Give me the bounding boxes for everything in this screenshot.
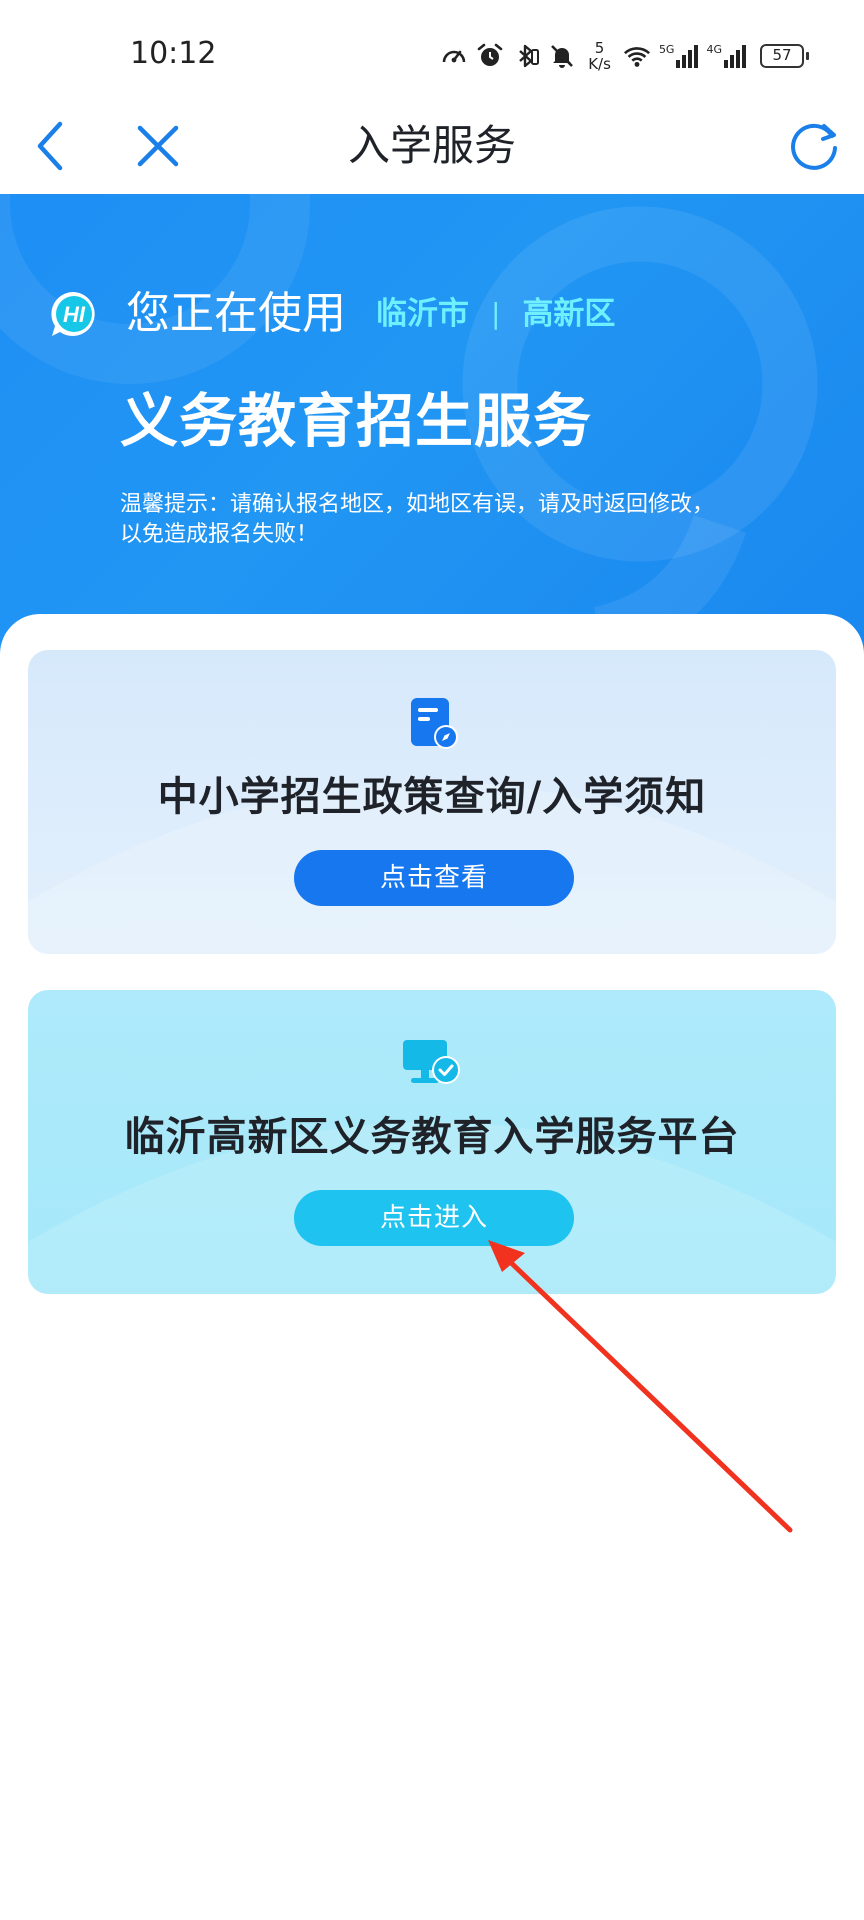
nav-bar: 入学服务 [0, 98, 864, 194]
network-type-5g: 5G [658, 43, 675, 56]
network-type-4g: 4G [706, 43, 722, 56]
region-separator: | [491, 297, 501, 330]
card-title: 临沂高新区义务教育入学服务平台 [124, 1114, 740, 1160]
enter-button[interactable]: 点击进入 [294, 1190, 574, 1246]
speed-value: 5 [594, 39, 605, 57]
speed-unit: K/s [588, 55, 611, 73]
bluetooth-icon [512, 41, 540, 71]
refresh-icon [791, 123, 837, 170]
page-title: 入学服务 [347, 121, 516, 170]
signal-5g: 5G [659, 44, 699, 68]
signal-4g: 4G [706, 44, 746, 68]
monitor-check-icon [403, 1040, 460, 1084]
battery-indicator: 57 [760, 44, 809, 68]
hero-tip: 温馨提示：请确认报名地区，如地区有误，请及时返回修改，以免造成报名失败！ [120, 492, 715, 547]
hi-logo-text: HI [63, 302, 86, 327]
alarm-icon [476, 41, 504, 71]
region-badge: HI 您正在使用 临沂市 | 高新区 [48, 286, 615, 342]
signal-icon [676, 44, 699, 68]
hi-logo-icon: HI [51, 291, 95, 336]
status-time: 10:12 [130, 36, 217, 71]
card-icon-wrap [28, 1030, 836, 1096]
using-label: 您正在使用 [126, 288, 346, 339]
card-icon-wrap [28, 690, 836, 756]
hero-title: 义务教育招生服务 [120, 387, 593, 455]
policy-card[interactable]: 中小学招生政策查询/入学须知 点击查看 [28, 650, 836, 954]
hero-banner: HI 您正在使用 临沂市 | 高新区 义务教育招生服务 温馨提示：请确认报名地区… [0, 194, 864, 654]
status-icons: 5 K/s 5G 4G 57 [440, 36, 809, 76]
card-title: 中小学招生政策查询/入学须知 [157, 774, 707, 820]
region-district[interactable]: 高新区 [522, 286, 615, 342]
content-panel: 中小学招生政策查询/入学须知 点击查看 临沂高新区义务教育入学服务平台 点击进入 [0, 614, 864, 1920]
view-button[interactable]: 点击查看 [294, 850, 574, 906]
platform-card[interactable]: 临沂高新区义务教育入学服务平台 点击进入 [28, 990, 836, 1294]
mute-icon [548, 41, 576, 71]
signal-icon [724, 44, 746, 68]
refresh-button[interactable] [784, 116, 844, 176]
document-compass-icon [411, 698, 458, 749]
status-bar: 10:12 5 K/s 5G 4G 57 [0, 0, 864, 98]
data-saver-icon [440, 41, 468, 71]
wifi-icon [623, 41, 651, 71]
region-city[interactable]: 临沂市 [376, 286, 469, 342]
network-speed: 5 K/s [588, 40, 611, 72]
